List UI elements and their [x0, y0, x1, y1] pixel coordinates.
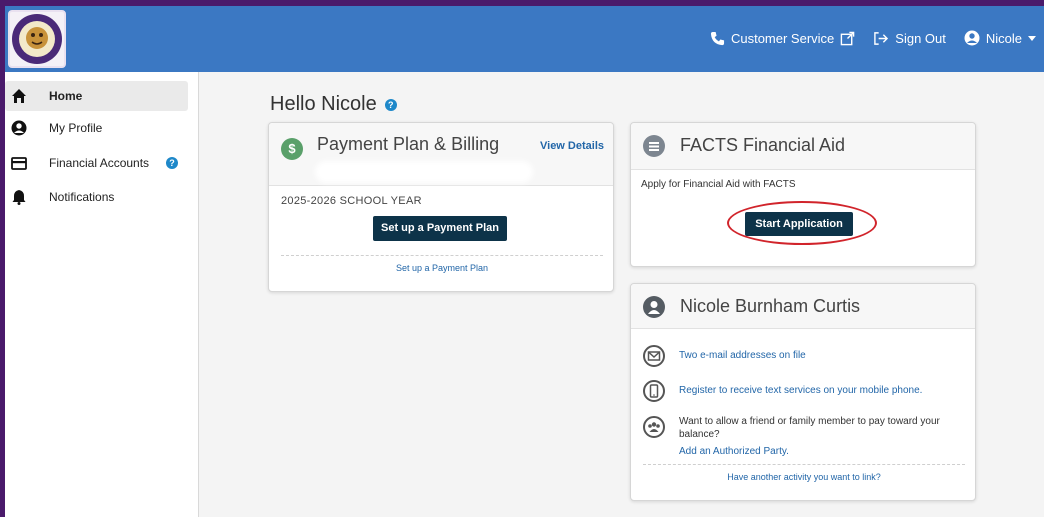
home-icon	[12, 89, 26, 103]
sidebar-item-label: Notifications	[49, 190, 115, 204]
credit-card-icon	[11, 157, 27, 170]
financial-aid-card: FACTS Financial Aid Apply for Financial …	[630, 122, 976, 267]
customer-service-link[interactable]: Customer Service	[710, 31, 855, 46]
authorized-party-prompt: Want to allow a friend or family member …	[679, 416, 940, 440]
school-logo[interactable]	[8, 10, 66, 68]
user-name: Nicole	[985, 30, 1022, 46]
sidebar-item-financial-accounts[interactable]: Financial Accounts ?	[5, 148, 188, 178]
add-authorized-party-link[interactable]: Add an Authorized Party.	[679, 446, 789, 457]
card-title: Nicole Burnham Curtis	[680, 296, 861, 316]
school-year-label: 2025-2026 SCHOOL YEAR	[281, 195, 422, 207]
email-addresses-link[interactable]: Two e-mail addresses on file	[679, 350, 806, 361]
user-circle-icon	[643, 296, 665, 318]
card-header: Nicole Burnham Curtis	[631, 284, 975, 329]
phone-icon	[710, 31, 725, 45]
sidebar: Home My Profile Financial Accounts ? Not…	[5, 72, 199, 517]
text-services-link[interactable]: Register to receive text services on you…	[679, 385, 922, 396]
card-header: $ Payment Plan & Billing View Details	[269, 123, 613, 186]
link-activity-link[interactable]: Have another activity you want to link?	[631, 472, 977, 482]
payment-plan-card: $ Payment Plan & Billing View Details 20…	[268, 122, 614, 292]
view-details-link[interactable]: View Details	[540, 140, 604, 152]
sign-out-link[interactable]: Sign Out	[873, 31, 946, 46]
apply-description: Apply for Financial Aid with FACTS	[641, 179, 796, 190]
top-nav-links: Customer Service Sign Out Nicole	[692, 30, 1036, 46]
mobile-phone-icon	[643, 380, 665, 402]
sign-out-icon	[874, 31, 889, 45]
user-circle-icon	[964, 30, 980, 46]
sidebar-item-notifications[interactable]: Notifications	[5, 182, 188, 212]
facts-logo-icon	[643, 135, 665, 157]
sidebar-item-home[interactable]: Home	[5, 81, 188, 111]
customer-service-label: Customer Service	[730, 30, 835, 46]
user-circle-icon	[11, 120, 27, 136]
sidebar-item-label: Financial Accounts	[49, 156, 150, 170]
caret-down-icon	[1028, 36, 1036, 41]
bell-icon	[12, 190, 26, 205]
card-title: FACTS Financial Aid	[680, 135, 846, 155]
divider	[643, 464, 965, 465]
sidebar-item-label: Home	[49, 89, 83, 103]
card-title: Payment Plan & Billing	[317, 134, 500, 154]
page-greeting: Hello Nicole ?	[270, 93, 397, 116]
sign-out-label: Sign Out	[895, 30, 946, 46]
group-icon	[643, 416, 665, 438]
sidebar-item-my-profile[interactable]: My Profile	[5, 113, 188, 143]
user-menu[interactable]: Nicole	[964, 30, 1036, 46]
card-header: FACTS Financial Aid	[631, 123, 975, 170]
email-icon	[643, 345, 665, 367]
highlight-circle	[727, 201, 877, 245]
help-icon[interactable]: ?	[384, 98, 397, 111]
setup-payment-plan-button[interactable]: Set up a Payment Plan	[373, 216, 507, 241]
setup-payment-plan-link[interactable]: Set up a Payment Plan	[269, 263, 615, 273]
greeting-text: Hello Nicole	[270, 93, 377, 115]
sidebar-item-label: My Profile	[49, 121, 103, 135]
profile-card: Nicole Burnham Curtis Two e-mail address…	[630, 283, 976, 501]
help-icon[interactable]: ?	[166, 157, 178, 169]
divider	[281, 255, 603, 256]
redacted-account-info	[319, 165, 529, 179]
top-navigation-bar: Customer Service Sign Out Nicole	[5, 6, 1044, 72]
dollar-icon: $	[281, 138, 303, 160]
external-link-icon	[840, 31, 855, 45]
